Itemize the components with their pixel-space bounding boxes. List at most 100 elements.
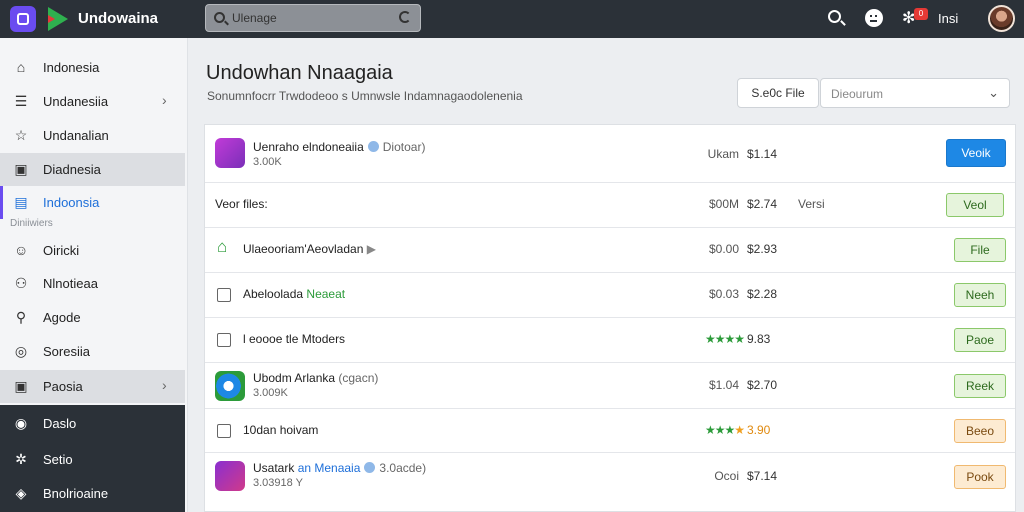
- row-name-link[interactable]: an Menaaia: [298, 461, 361, 475]
- avatar[interactable]: [988, 5, 1015, 32]
- target-icon: ◎: [14, 343, 28, 359]
- sidebar-item-setio[interactable]: ✲ Setio: [0, 443, 185, 476]
- row-name: 10dan hoivam: [243, 423, 319, 437]
- search-box[interactable]: [205, 4, 421, 32]
- row-action-button[interactable]: Beeo: [954, 419, 1006, 443]
- sidebar-item-daslo[interactable]: ◉ Daslo: [0, 407, 185, 440]
- sidebar-item-bnolrioaine[interactable]: ◈ Bnolrioaine: [0, 477, 185, 510]
- row-name: Usatark: [253, 461, 295, 475]
- loading-icon: [399, 11, 411, 23]
- sidebar-item-label: Bnolrioaine: [43, 486, 109, 501]
- list-item[interactable]: ⌂ Ulaeooriam'Aeovladan ▶ $0.00 $2.93 Fil…: [205, 228, 1015, 273]
- page-title: Undowhan Nnaagaia: [206, 62, 393, 84]
- search-input[interactable]: [232, 9, 392, 27]
- gear-icon: ✲: [15, 451, 27, 467]
- row-sub: 3.03918: [253, 477, 293, 489]
- row-meta: $1.04: [708, 378, 739, 392]
- row-paren: 3.0acde): [379, 461, 427, 475]
- list-item[interactable]: Ubodm Arlanka (cgacn) 3.009K $1.04 $2.70…: [205, 363, 1015, 409]
- sidebar-item-indoonsia[interactable]: ▤ Indoonsia: [0, 186, 185, 219]
- row-name: l eoooe tle Mtoders: [243, 332, 346, 346]
- image-icon: ▣: [14, 161, 28, 177]
- list-item[interactable]: Uenraho elndoneaiia Diotoar) 3.00K Ukam $…: [205, 125, 1015, 183]
- row-meta: $0.00: [708, 242, 739, 256]
- row-action-button[interactable]: Paoe: [954, 328, 1006, 352]
- row-checkbox[interactable]: [217, 333, 231, 347]
- chevron-down-icon: ⌄: [988, 85, 999, 100]
- sidebar-item-oiricki[interactable]: ☺ Oiricki: [0, 234, 185, 267]
- page-subtitle: Sonumnfocrr Trwdodeoo s Umnwsle Indamnag…: [207, 89, 523, 103]
- row-meta: $0.03: [708, 287, 739, 301]
- row-action-button[interactable]: File: [954, 238, 1006, 262]
- row-name: Ulaeooriam'Aeovladan: [243, 242, 364, 256]
- sidebar-item-paosia[interactable]: ▣ Paosia ›: [0, 370, 185, 403]
- share-icon: ⌂: [217, 237, 228, 256]
- star-rating: ★★★★: [705, 423, 745, 437]
- sidebar-item-agode[interactable]: ⚲ Agode: [0, 301, 185, 334]
- list-item[interactable]: Usatark an Menaaia 3.0acde) 3.03918 Y Oco…: [205, 453, 1015, 511]
- row-action-button[interactable]: Veol: [946, 193, 1004, 217]
- row-name: Abeloolada: [243, 287, 304, 301]
- people-icon: ⚇: [14, 275, 28, 291]
- notification-badge: 0: [914, 8, 928, 20]
- row-name-group: Usatark an Menaaia 3.0acde): [253, 461, 426, 475]
- select-value: Dieourum: [831, 87, 884, 101]
- row-extra: Versi: [798, 197, 825, 211]
- sidebar-item-nlnotieaa[interactable]: ⚇ Nlnotieaa: [0, 267, 185, 300]
- sidebar-item-label: Paosia: [43, 379, 83, 394]
- play-store-icon[interactable]: [48, 7, 68, 31]
- sidebar-item-label: Undanesiia: [43, 94, 109, 109]
- sidebar-item-undanesiia[interactable]: ☰ Undanesiia ›: [0, 85, 185, 118]
- file-button[interactable]: S.e0c File: [737, 78, 819, 108]
- search-icon: [214, 12, 225, 23]
- verified-icon: [367, 141, 379, 152]
- row-action-button[interactable]: Reek: [954, 374, 1006, 398]
- list-item[interactable]: Veor files: $00M $2.74 Versi Veol: [205, 183, 1015, 228]
- sidebar-item-label: Indoonsia: [43, 195, 100, 210]
- row-action-button[interactable]: Veoik: [946, 139, 1006, 167]
- row-price: 9.83: [747, 332, 771, 346]
- user-name[interactable]: Insi: [938, 11, 958, 26]
- row-action-button[interactable]: Neeh: [954, 283, 1006, 307]
- sidebar-item-indonesia[interactable]: ⌂ Indonesia: [0, 51, 185, 84]
- filter-select[interactable]: Dieourum ⌄: [820, 78, 1010, 108]
- row-checkbox[interactable]: [217, 288, 231, 302]
- document-icon: ▤: [14, 194, 28, 210]
- row-name-group: Abeloolada Neaeat: [243, 287, 345, 301]
- home-icon: ⌂: [16, 59, 26, 75]
- sidebar-item-soresiia[interactable]: ◎ Soresiia: [0, 335, 185, 368]
- row-name: Uenraho elndoneaiia: [253, 140, 364, 154]
- sidebar-item-undanalian[interactable]: ☆ Undanalian: [0, 119, 185, 152]
- chevron-right-icon: ›: [162, 92, 167, 108]
- row-name: Ubodm Arlanka: [253, 371, 336, 385]
- row-name-group: Ulaeooriam'Aeovladan ▶: [243, 242, 376, 256]
- sidebar-item-label: Daslo: [43, 416, 77, 431]
- list-item[interactable]: l eoooe tle Mtoders ★★★★ 9.83 Paoe: [205, 318, 1015, 363]
- sidebar-item-label: Setio: [43, 452, 73, 467]
- row-sub-group: 3.03918 Y: [253, 477, 303, 489]
- app-logo-icon[interactable]: [10, 6, 36, 32]
- row-price: $1.14: [747, 147, 778, 161]
- row-action-button[interactable]: Pook: [954, 465, 1006, 489]
- row-price: $2.74: [747, 197, 778, 211]
- row-name-group: Uenraho elndoneaiia Diotoar): [253, 140, 425, 154]
- list-item[interactable]: 10dan hoivam ★★★★ 3.90 Beeo: [205, 409, 1015, 453]
- sidebar-item-diadnesia[interactable]: ▣ Diadnesia: [0, 153, 185, 186]
- row-sub2: Y: [295, 477, 303, 489]
- sidebar-item-label: Soresiia: [43, 344, 90, 359]
- star-rating: ★★★★: [705, 332, 745, 346]
- app-icon: [215, 371, 245, 401]
- sidebar: ⌂ Indonesia ☰ Undanesiia › ☆ Undanalian …: [0, 38, 188, 512]
- search-icon[interactable]: [828, 10, 841, 23]
- row-price: $2.70: [747, 378, 778, 392]
- row-sub: 3.009K: [253, 387, 288, 399]
- row-meta: Ukam: [707, 147, 739, 161]
- row-name-group: Ubodm Arlanka (cgacn): [253, 371, 378, 385]
- row-paren: Diotoar): [382, 140, 426, 154]
- row-checkbox[interactable]: [217, 424, 231, 438]
- row-price: $2.93: [747, 242, 778, 256]
- row-paren: (cgacn): [338, 371, 379, 385]
- list-item[interactable]: Abeloolada Neaeat $0.03 $2.28 Neeh: [205, 273, 1015, 318]
- sidebar-item-label: Nlnotieaa: [43, 276, 98, 291]
- emoji-icon[interactable]: [865, 9, 883, 27]
